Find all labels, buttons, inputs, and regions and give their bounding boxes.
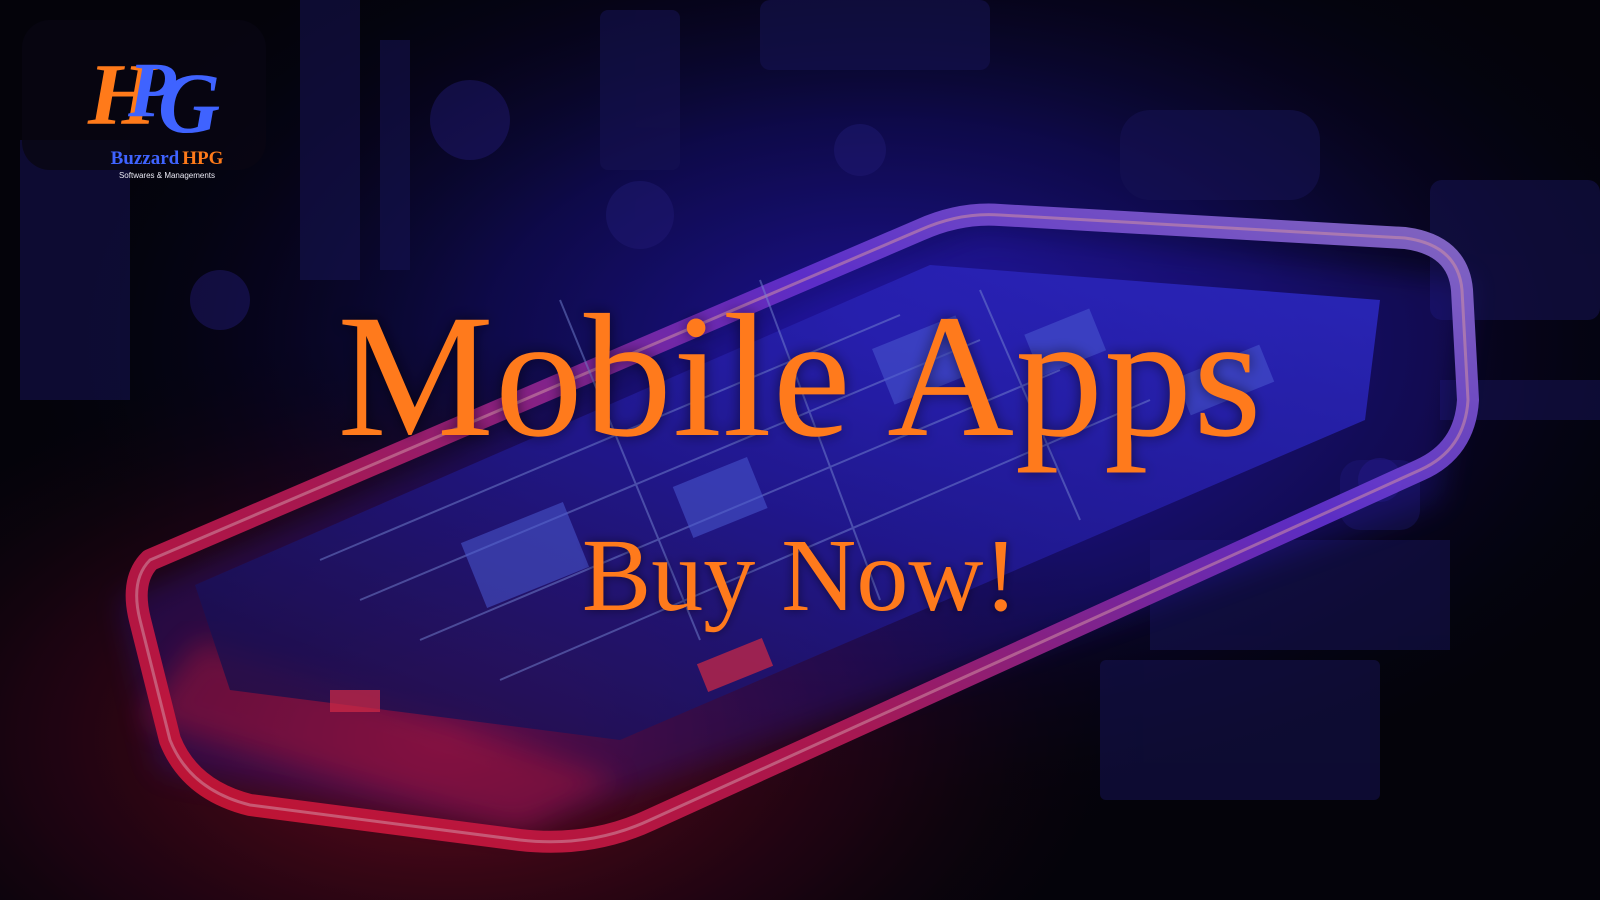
logo-badge[interactable]: H P G Buzzard HPG Softwares & Managements bbox=[22, 20, 266, 180]
brand-tagline: Softwares & Managements bbox=[118, 171, 216, 180]
svg-text:G: G bbox=[158, 55, 220, 151]
hpg-monogram-logo-icon: H P G bbox=[87, 46, 220, 151]
brand-name-part-1: Buzzard bbox=[110, 148, 180, 169]
headline: Mobile Apps bbox=[337, 279, 1263, 474]
brand-name: Buzzard HPG bbox=[22, 148, 312, 170]
buy-now-cta[interactable]: Buy Now! bbox=[0, 518, 1600, 634]
brand-name-part-2: HPG bbox=[182, 148, 224, 169]
promo-banner: H P G Buzzard HPG Softwares & Managements… bbox=[0, 0, 1600, 900]
